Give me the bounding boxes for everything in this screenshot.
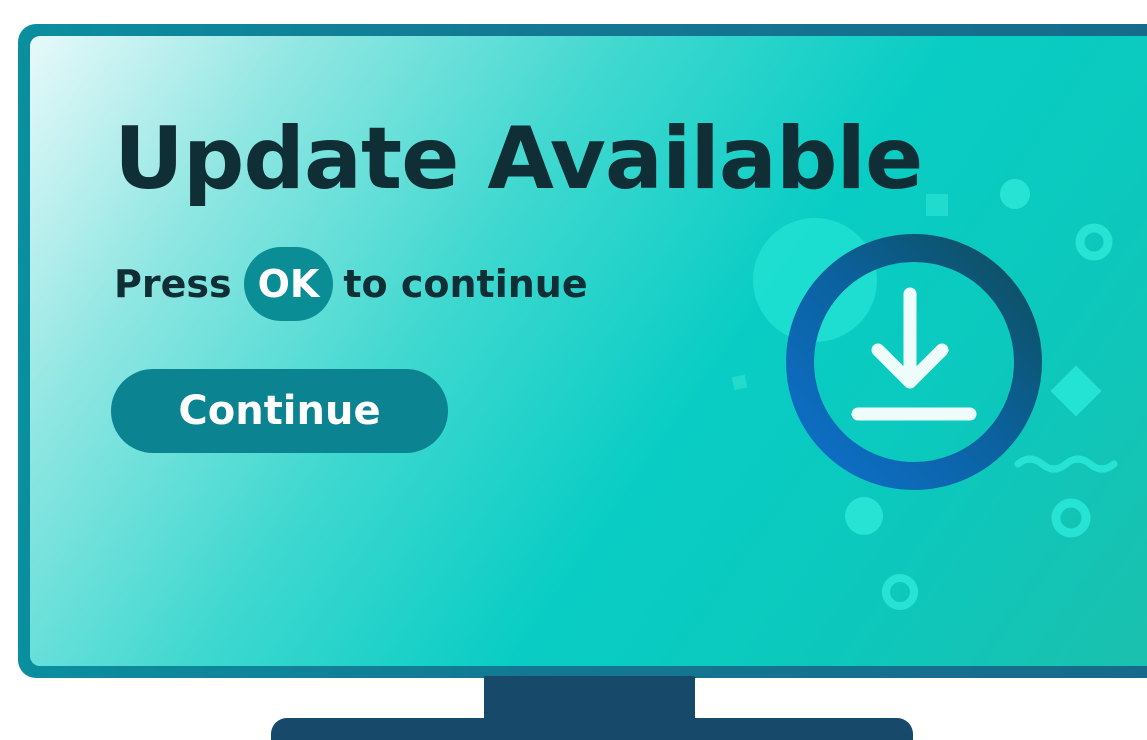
- decor-ring-bottom: [882, 574, 918, 610]
- decor-ring-bottom-right: [1051, 498, 1091, 538]
- tv-illustration: Update Available Press OK to continue Co…: [0, 0, 1147, 740]
- decor-ring-right: [1075, 223, 1113, 261]
- instruction-text-before: Press: [114, 262, 232, 306]
- download-icon: [786, 234, 1042, 490]
- decor-diamond: [1050, 365, 1102, 417]
- decor-dot-bottom-left: [845, 497, 883, 535]
- instruction-text: Press OK to continue: [114, 246, 588, 322]
- decor-small-square: [731, 374, 748, 391]
- decor-dot-top-right: [1000, 179, 1030, 209]
- tv-stand-base: [271, 718, 913, 740]
- continue-button[interactable]: Continue: [111, 369, 448, 453]
- download-graphic: [731, 179, 1118, 610]
- ok-key-badge: OK: [243, 247, 334, 321]
- page-title: Update Available: [114, 109, 923, 209]
- decor-squiggle: [1014, 455, 1118, 473]
- instruction-text-after: to continue: [343, 262, 588, 306]
- decor-square-top: [926, 194, 948, 216]
